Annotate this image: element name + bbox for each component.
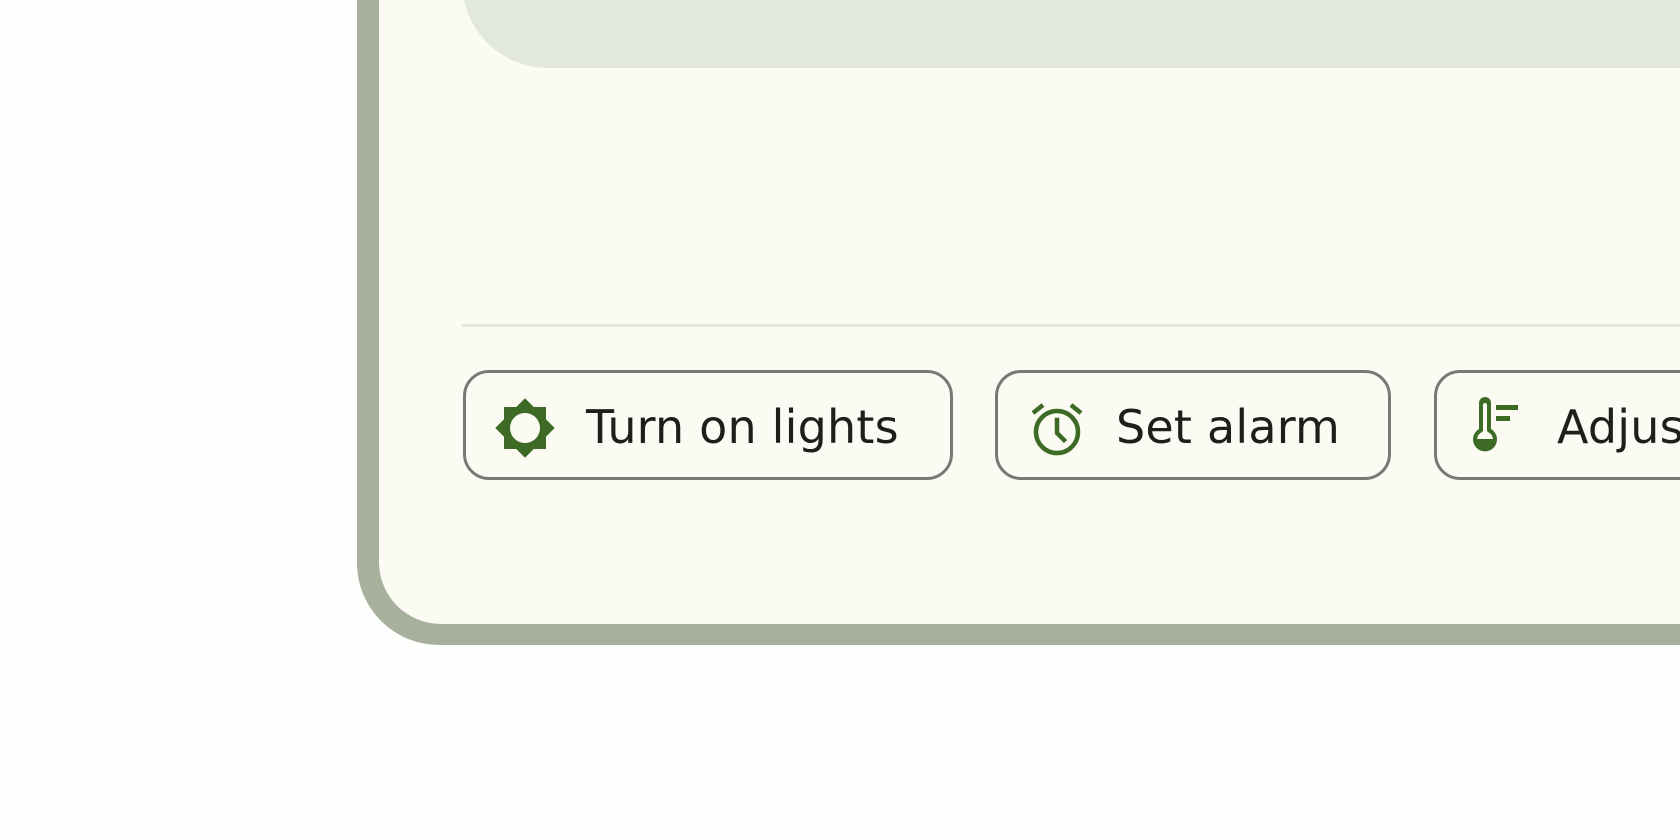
alarm-clock-icon xyxy=(1026,397,1088,459)
top-panel-card xyxy=(462,0,1680,68)
thermostat-icon xyxy=(1465,397,1527,459)
device-screen: Turn on lights Set alarm Adjus xyxy=(379,0,1680,624)
page: Turn on lights Set alarm Adjus xyxy=(0,0,1680,840)
set-alarm-chip[interactable]: Set alarm xyxy=(995,370,1391,480)
section-divider xyxy=(462,324,1680,327)
chip-label: Set alarm xyxy=(1116,400,1341,454)
chip-label: Adjus xyxy=(1557,400,1680,454)
suggestion-chips: Turn on lights Set alarm Adjus xyxy=(463,370,1680,484)
adjust-temperature-chip[interactable]: Adjus xyxy=(1434,370,1680,480)
chip-label: Turn on lights xyxy=(586,400,899,454)
brightness-icon xyxy=(494,397,556,459)
turn-on-lights-chip[interactable]: Turn on lights xyxy=(463,370,953,480)
